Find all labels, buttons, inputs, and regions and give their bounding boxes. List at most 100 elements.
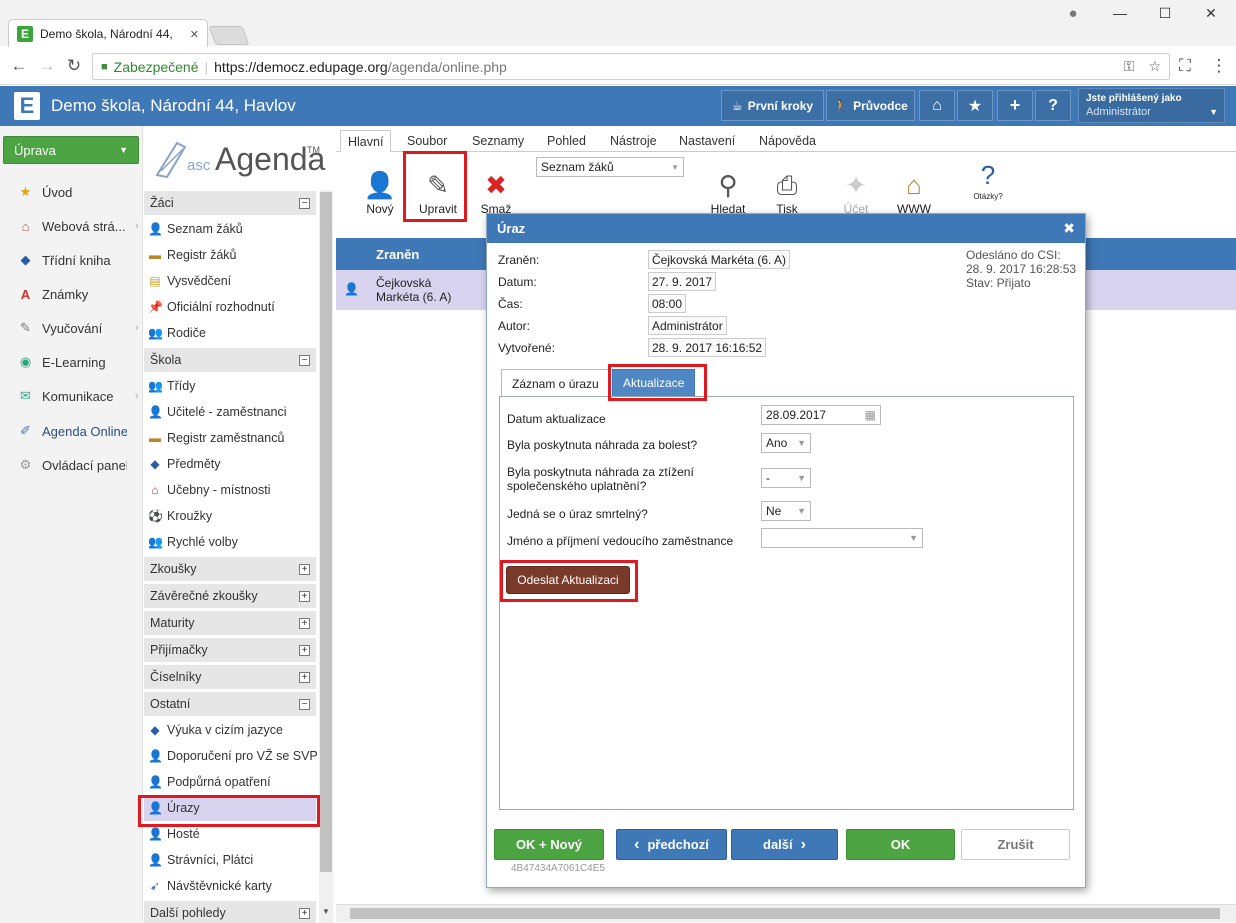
address-bar[interactable]: ■ Zabezpečené | https://democz.edupage.o… xyxy=(92,53,1170,80)
section-skola[interactable]: Škola − xyxy=(144,348,316,373)
calendar-icon[interactable]: ▦ xyxy=(865,408,876,422)
expand-icon[interactable]: + xyxy=(299,617,310,629)
expand-icon[interactable]: + xyxy=(299,907,310,919)
side-item-tridy[interactable]: 👥 Třídy xyxy=(148,373,316,399)
add-button[interactable]: + xyxy=(997,90,1033,121)
side-item-seznam-zaku[interactable]: 👤 Seznam žáků xyxy=(148,216,316,242)
side-item-doporuceni[interactable]: 👤 Doporučení pro VŽ se SVP xyxy=(148,743,318,769)
collapse-icon[interactable]: − xyxy=(299,698,310,710)
favorites-button[interactable]: ★ xyxy=(957,90,993,121)
scroll-down-icon[interactable]: ▼ xyxy=(322,907,330,916)
section-ciselniky[interactable]: Číselníky + xyxy=(144,665,316,690)
search-button[interactable]: ⚲ Hledat xyxy=(706,160,750,216)
nav-item-ovladaci-panel[interactable]: ⚙ Ovládací panel xyxy=(0,448,143,482)
section-ostatni[interactable]: Ostatní − xyxy=(144,692,316,717)
section-prijimacky[interactable]: Přijímačky + xyxy=(144,638,316,663)
key-icon[interactable]: ⚿ xyxy=(1124,58,1135,75)
new-button[interactable]: 👤 Nový xyxy=(360,160,400,216)
ribbon-tab-napoveda[interactable]: Nápověda xyxy=(752,130,823,152)
expand-icon[interactable]: + xyxy=(299,563,310,575)
expand-icon[interactable]: + xyxy=(299,590,310,602)
nav-item-komunikace[interactable]: ✉ Komunikace › xyxy=(0,379,143,413)
print-button[interactable]: ⎙ Tisk xyxy=(762,160,812,216)
nav-item-agenda-online[interactable]: ✐ Agenda Online xyxy=(0,414,143,448)
side-item-navstevnicke-karty[interactable]: ➹ Návštěvnické karty xyxy=(148,873,316,899)
nav-item-e-learning[interactable]: ◉ E-Learning xyxy=(0,345,143,379)
first-steps-button[interactable]: ☕ První kroky xyxy=(721,90,824,121)
side-item-krouzky[interactable]: ⚽ Kroužky xyxy=(148,503,316,529)
select-smrtelny[interactable]: Ne ▼ xyxy=(761,501,811,521)
ribbon-tab-seznamy[interactable]: Seznamy xyxy=(465,130,531,152)
section-zkousky[interactable]: Zkoušky + xyxy=(144,557,316,582)
www-button[interactable]: ⌂ WWW xyxy=(892,160,936,216)
tab-close-icon[interactable]: ✕ xyxy=(190,28,199,41)
side-item-rychle-volby[interactable]: 👥 Rychlé volby xyxy=(148,529,316,555)
select-vedouci[interactable]: ▼ xyxy=(761,528,923,548)
forward-icon[interactable]: → xyxy=(36,56,58,76)
ribbon-tab-nastaveni[interactable]: Nastavení xyxy=(672,130,742,152)
side-item-vyuka-cizi-jazyk[interactable]: ◆ Výuka v cizím jazyce xyxy=(148,717,316,743)
side-item-vysvedceni[interactable]: ▤ Vysvědčení xyxy=(148,268,316,294)
grid-horizontal-scrollbar[interactable] xyxy=(336,904,1236,922)
side-item-predmety[interactable]: ◆ Předměty xyxy=(148,451,316,477)
ribbon-tab-soubor[interactable]: Soubor xyxy=(400,130,454,152)
list-select[interactable]: Seznam žáků ▼ xyxy=(536,157,684,177)
delete-button[interactable]: ✖ Smaž xyxy=(474,160,518,216)
side-item-stravnici[interactable]: 👤 Strávníci, Plátci xyxy=(148,847,316,873)
nav-item-webova-stranka[interactable]: ⌂ Webová strá... › xyxy=(0,209,143,243)
questions-button[interactable]: ? Otázky? xyxy=(962,160,1014,210)
side-item-registr-zamestnancu[interactable]: ▬ Registr zaměstnanců xyxy=(148,425,316,451)
close-icon[interactable]: ✖ xyxy=(1063,220,1075,237)
side-item-ucitele[interactable]: 👤 Učitelé - zaměstnanci xyxy=(148,399,316,425)
side-item-oficialni-rozhodnuti[interactable]: 📌 Oficiální rozhodnutí xyxy=(148,294,316,320)
bookmark-star-icon[interactable]: ☆ xyxy=(1148,58,1161,75)
ok-button[interactable]: OK xyxy=(846,829,955,860)
back-icon[interactable]: ← xyxy=(8,56,30,76)
section-zaverecne-zkousky[interactable]: Závěrečné zkoušky + xyxy=(144,584,316,609)
nav-item-znamky[interactable]: A Známky xyxy=(0,277,143,311)
select-nahrada-bolest[interactable]: Ano ▼ xyxy=(761,433,811,453)
collapse-icon[interactable]: − xyxy=(299,354,310,366)
cast-icon[interactable]: ⛶ xyxy=(1174,56,1196,76)
nav-item-vyucovani[interactable]: ✎ Vyučování › xyxy=(0,311,143,345)
previous-button[interactable]: ‹ předchozí xyxy=(616,829,727,860)
home-button[interactable]: ⌂ xyxy=(919,90,955,121)
close-window-icon[interactable]: ✕ xyxy=(1196,5,1226,25)
select-nahrada-ztizeni[interactable]: - ▼ xyxy=(761,468,811,488)
reload-icon[interactable]: ↻ xyxy=(63,56,85,76)
browser-tab[interactable]: E Demo škola, Národní 44, ✕ xyxy=(8,19,208,48)
side-item-registr-zaku[interactable]: ▬ Registr žáků xyxy=(148,242,316,268)
maximize-icon[interactable]: ☐ xyxy=(1150,5,1180,25)
user-menu[interactable]: Jste přihlášený jako Administrátor ▼ xyxy=(1078,88,1225,123)
account-button[interactable]: ✦ Účet xyxy=(834,160,878,216)
ribbon-tab-pohled[interactable]: Pohled xyxy=(540,130,593,152)
side-item-podpurna-opatreni[interactable]: 👤 Podpůrná opatření xyxy=(148,769,316,795)
section-dalsi-pohledy[interactable]: Další pohledy + xyxy=(144,901,316,923)
uprava-button[interactable]: Úprava ▼ xyxy=(3,136,139,164)
new-tab-button[interactable] xyxy=(208,26,250,45)
date-input[interactable]: 28.09.2017 ▦ xyxy=(761,405,881,425)
side-item-rodice[interactable]: 👥 Rodiče xyxy=(148,320,316,346)
next-button[interactable]: další › xyxy=(731,829,838,860)
section-maturity[interactable]: Maturity + xyxy=(144,611,316,636)
expand-icon[interactable]: + xyxy=(299,671,310,683)
guide-button[interactable]: 🚶 Průvodce xyxy=(826,90,915,121)
nav-item-tridni-kniha[interactable]: ◆ Třídní kniha xyxy=(0,243,143,277)
grid-col-zranen[interactable]: Zraněn xyxy=(376,247,419,262)
ribbon-tab-hlavni[interactable]: Hlavní xyxy=(340,130,392,152)
edupage-logo-icon[interactable]: E xyxy=(14,92,40,120)
section-zaci[interactable]: Žáci − xyxy=(144,191,316,216)
ok-new-button[interactable]: OK + Nový xyxy=(494,829,604,860)
side-scrollbar-thumb[interactable] xyxy=(320,192,332,872)
expand-icon[interactable]: + xyxy=(299,644,310,656)
cancel-button[interactable]: Zrušit xyxy=(961,829,1070,860)
minimize-icon[interactable]: — xyxy=(1105,5,1135,25)
ribbon-tab-nastroje[interactable]: Nástroje xyxy=(603,130,664,152)
side-item-ucebny[interactable]: ⌂ Učebny - místnosti xyxy=(148,477,316,503)
tab-zaznam-o-urazu[interactable]: Záznam o úrazu xyxy=(501,369,610,397)
nav-item-uvod[interactable]: ★ Úvod xyxy=(0,175,143,209)
menu-dots-icon[interactable]: ⋮ xyxy=(1208,56,1230,76)
grid-scrollbar-thumb[interactable] xyxy=(350,908,1220,919)
profile-icon[interactable]: ● xyxy=(1058,5,1088,25)
help-button[interactable]: ? xyxy=(1035,90,1071,121)
